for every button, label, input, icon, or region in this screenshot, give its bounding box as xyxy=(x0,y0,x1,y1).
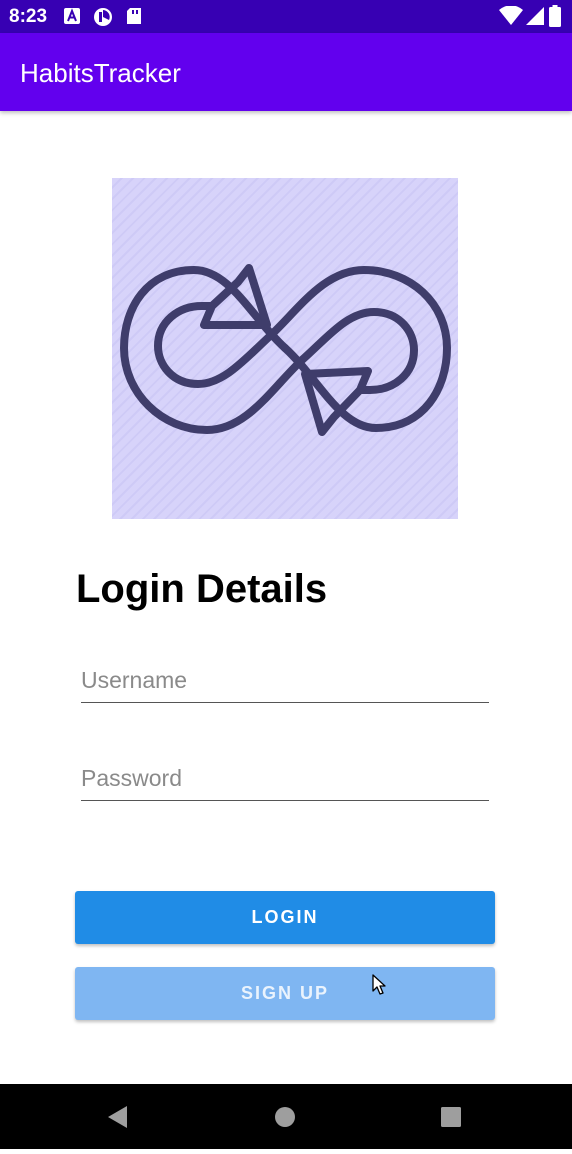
navigation-bar xyxy=(0,1084,572,1149)
app-title: HabitsTracker xyxy=(20,58,181,88)
infinity-arrows-icon xyxy=(120,264,451,436)
status-time: 8:23 xyxy=(9,6,48,27)
status-bar: 8:23 xyxy=(0,0,572,33)
password-field[interactable] xyxy=(81,756,489,801)
battery-icon xyxy=(549,5,561,27)
back-button[interactable] xyxy=(88,1084,148,1149)
signal-icon xyxy=(526,7,544,25)
recents-button[interactable] xyxy=(421,1084,481,1149)
sd-card-icon xyxy=(127,8,141,24)
back-icon xyxy=(108,1106,127,1128)
login-button[interactable]: LOGIN xyxy=(75,891,495,944)
recents-icon xyxy=(441,1107,461,1127)
wifi-icon xyxy=(499,6,523,25)
login-heading: Login Details xyxy=(76,567,328,611)
a-letter-icon xyxy=(64,8,80,24)
home-button[interactable] xyxy=(255,1084,315,1149)
app-bar: HabitsTracker xyxy=(0,33,572,111)
signup-button[interactable]: SIGN UP xyxy=(75,967,495,1020)
username-field[interactable] xyxy=(81,658,489,703)
pie-icon xyxy=(94,8,112,26)
home-icon xyxy=(275,1107,295,1127)
mouse-cursor-icon xyxy=(372,974,386,995)
app-logo xyxy=(112,178,458,519)
